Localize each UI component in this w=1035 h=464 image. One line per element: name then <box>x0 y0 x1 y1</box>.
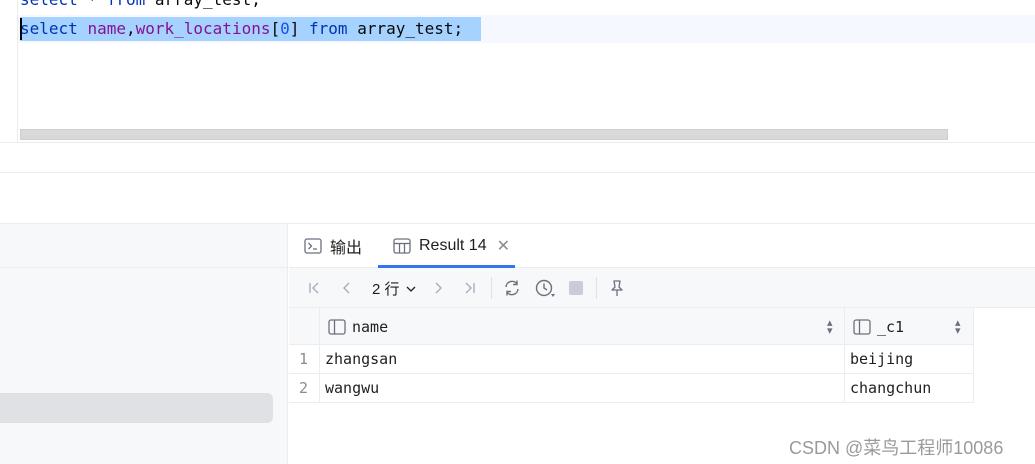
sort-icon[interactable]: ▴ ▾ <box>827 318 833 337</box>
tab-output[interactable]: 输出 <box>304 224 362 268</box>
column-icon <box>328 319 346 335</box>
selected-tree-item[interactable] <box>0 393 273 423</box>
refresh-icon[interactable] <box>501 277 523 299</box>
last-page-icon[interactable] <box>459 277 479 299</box>
history-icon[interactable] <box>533 277 557 299</box>
table-cell[interactable]: wangwu <box>320 374 845 403</box>
array-index: 0 <box>280 19 290 38</box>
table-cell[interactable]: zhangsan <box>320 345 845 374</box>
toolbar-separator <box>596 277 597 299</box>
tab-label: Result 14 <box>419 237 487 254</box>
table-icon <box>393 238 411 254</box>
gutter-divider <box>17 0 18 142</box>
column-name: work_locations <box>135 19 271 38</box>
column-title: name <box>352 318 389 336</box>
first-page-icon[interactable] <box>305 277 325 299</box>
column-name: name <box>87 19 126 38</box>
sort-icon[interactable]: ▴ ▾ <box>955 318 961 337</box>
output-tabs: 输出 Result 14 ✕ <box>289 224 1035 268</box>
keyword: select <box>20 0 78 9</box>
grid-corner[interactable] <box>289 308 320 345</box>
stop-icon[interactable] <box>566 277 586 299</box>
code-line-2[interactable]: select name,work_locations[0] from array… <box>20 18 463 40</box>
divider <box>0 172 1035 173</box>
close-icon[interactable]: ✕ <box>497 236 510 256</box>
column-icon <box>853 319 871 335</box>
table-cell[interactable]: beijing <box>845 345 974 374</box>
divider <box>0 142 1035 143</box>
pin-icon[interactable] <box>607 277 627 299</box>
keyword: select <box>20 19 78 38</box>
chevron-down-icon <box>406 286 415 292</box>
column-header-c1[interactable]: _c1 ▴ ▾ <box>845 308 974 345</box>
sql-editor[interactable]: select * from array_test; select name,wo… <box>0 0 1035 142</box>
code-line-1[interactable]: select * from array_test; <box>20 0 261 11</box>
prev-page-icon[interactable] <box>337 277 357 299</box>
divider <box>0 267 288 268</box>
row-number[interactable]: 1 <box>289 345 320 374</box>
keyword: from <box>107 0 146 9</box>
tab-label: 输出 <box>330 240 363 257</box>
next-page-icon[interactable] <box>428 277 448 299</box>
column-title: _c1 <box>877 318 905 336</box>
table-cell[interactable]: changchun <box>845 374 974 403</box>
keyword: from <box>309 19 348 38</box>
row-count: 2 行 <box>372 281 400 298</box>
operator: * <box>78 0 107 9</box>
text-caret <box>20 18 22 40</box>
watermark: CSDN @菜鸟工程师10086 <box>789 438 1004 458</box>
table-name: array_test; <box>347 19 464 38</box>
table-name: array_test; <box>145 0 261 9</box>
console-icon <box>304 238 322 254</box>
tab-result[interactable]: Result 14 ✕ <box>393 224 510 268</box>
toolbar-separator <box>491 277 492 299</box>
result-toolbar: 2 行 <box>289 268 1035 308</box>
row-count-dropdown[interactable]: 2 行 <box>372 278 417 299</box>
services-panel <box>0 224 288 464</box>
horizontal-scrollbar[interactable] <box>20 129 948 140</box>
row-number[interactable]: 2 <box>289 374 320 403</box>
column-header-name[interactable]: name ▴ ▾ <box>320 308 845 345</box>
